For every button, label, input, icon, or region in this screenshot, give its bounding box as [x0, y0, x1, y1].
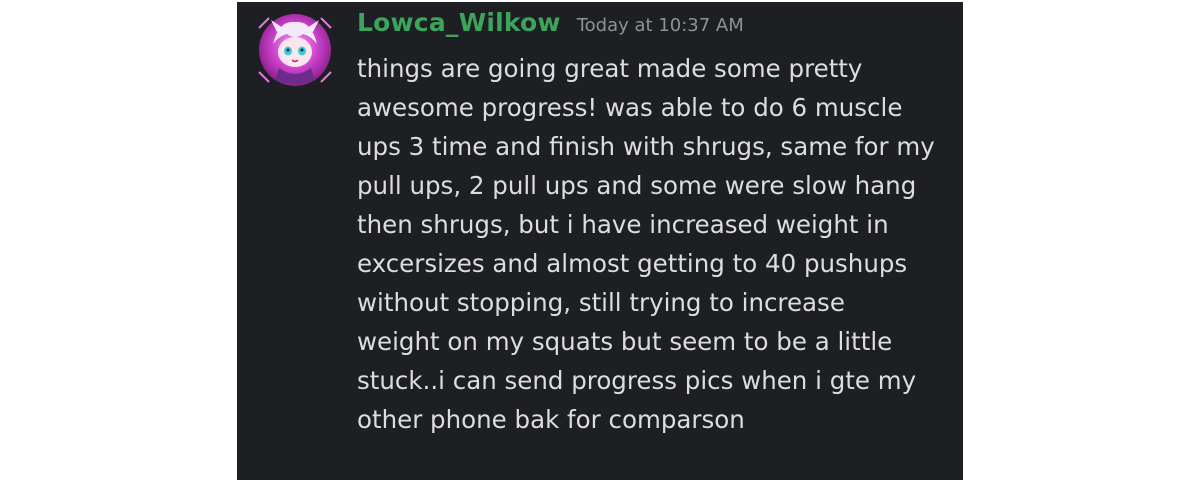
- message-text: things are going great made some pretty …: [357, 54, 935, 434]
- message-header: Lowca_Wilkow Today at 10:37 AM: [357, 8, 744, 48]
- username[interactable]: Lowca_Wilkow: [357, 8, 561, 37]
- timestamp: Today at 10:37 AM: [576, 15, 744, 36]
- chat-message-panel: Lowca_Wilkow Today at 10:37 AM things ar…: [237, 2, 963, 480]
- avatar[interactable]: [255, 10, 332, 86]
- anime-avatar-icon: [258, 14, 332, 86]
